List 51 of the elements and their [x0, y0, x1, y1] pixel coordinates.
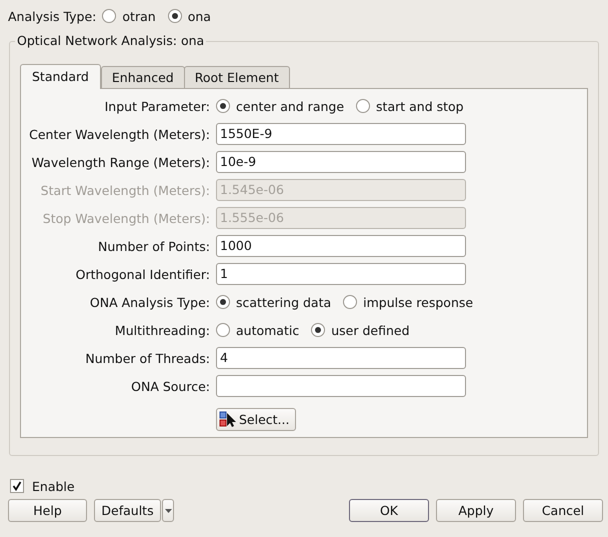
- input-field[interactable]: 10e-9: [216, 151, 466, 173]
- radio-label[interactable]: center and range: [236, 98, 344, 114]
- input-field[interactable]: 1: [216, 263, 466, 285]
- dialog-button[interactable]: OK: [349, 499, 429, 522]
- selection-icon: [219, 411, 238, 428]
- field-label: Number of Points:: [97, 238, 210, 254]
- radio-button[interactable]: [343, 295, 358, 309]
- input-field[interactable]: 4: [216, 347, 466, 369]
- radio-button[interactable]: [311, 323, 326, 337]
- radio-label[interactable]: ona: [188, 8, 211, 24]
- tab[interactable]: Root Element: [184, 66, 290, 88]
- checkbox-label[interactable]: Enable: [32, 478, 75, 494]
- field-label: Center Wavelength (Meters):: [28, 126, 210, 142]
- field-label: Wavelength Range (Meters):: [30, 154, 210, 170]
- radio-button[interactable]: [216, 99, 230, 113]
- field-label: Analysis Type:: [8, 8, 96, 24]
- radio-label[interactable]: start and stop: [376, 98, 464, 114]
- radio-label[interactable]: user defined: [331, 322, 410, 338]
- field-label: Start Wavelength (Meters):: [40, 182, 210, 198]
- dialog-button[interactable]: Help: [8, 499, 87, 522]
- input-field[interactable]: 1000: [216, 235, 466, 257]
- field-label: Number of Threads:: [84, 350, 210, 366]
- radio-button[interactable]: [356, 99, 370, 113]
- tab[interactable]: Enhanced: [100, 66, 185, 88]
- dialog-button[interactable]: Cancel: [523, 499, 603, 522]
- radio-label[interactable]: scattering data: [236, 294, 332, 310]
- field-label: ONA Analysis Type:: [88, 294, 210, 310]
- input-field: 1.555e-06: [216, 207, 466, 229]
- field-label: Orthogonal Identifier:: [74, 266, 210, 282]
- input-field[interactable]: [216, 375, 466, 397]
- tab[interactable]: Standard: [20, 64, 101, 89]
- field-label: Stop Wavelength (Meters):: [42, 210, 210, 226]
- select-button[interactable]: Select...: [216, 408, 296, 431]
- radio-label[interactable]: automatic: [236, 322, 300, 338]
- input-field[interactable]: 1550E-9: [216, 123, 466, 145]
- dialog-button[interactable]: Apply: [436, 499, 516, 522]
- group-title: Optical Network Analysis: ona: [15, 33, 206, 48]
- radio-button[interactable]: [216, 323, 230, 337]
- radio-button[interactable]: [216, 295, 230, 309]
- dropdown-button[interactable]: [162, 499, 174, 522]
- field-label: ONA Source:: [130, 378, 210, 394]
- radio-label[interactable]: otran: [122, 8, 156, 24]
- caret-icon: [164, 508, 172, 512]
- radio-label[interactable]: impulse response: [363, 294, 474, 310]
- field-label: Input Parameter:: [104, 98, 210, 114]
- input-field: 1.545e-06: [216, 179, 466, 201]
- dialog-button[interactable]: Defaults: [94, 499, 161, 522]
- field-label: Multithreading:: [114, 322, 210, 338]
- radio-button[interactable]: [168, 9, 182, 23]
- radio-button[interactable]: [102, 9, 116, 23]
- checkbox[interactable]: [10, 479, 24, 493]
